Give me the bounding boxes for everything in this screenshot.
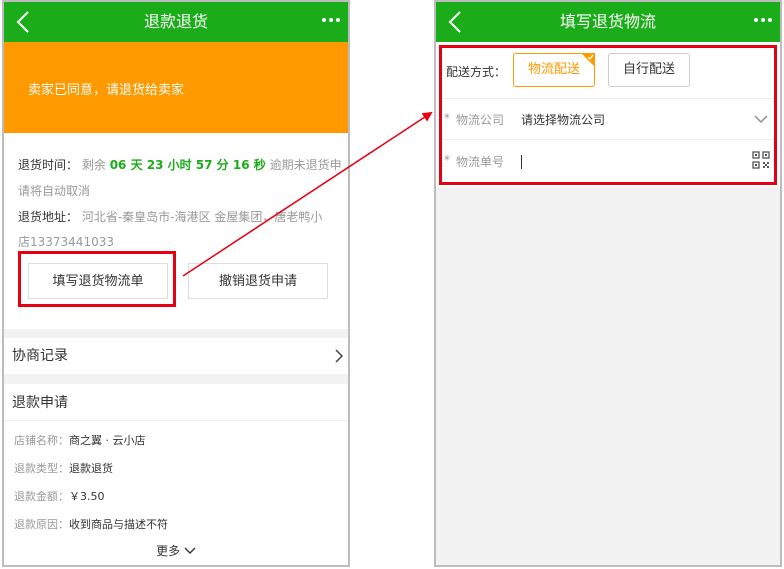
annotation-arrow	[182, 111, 433, 277]
